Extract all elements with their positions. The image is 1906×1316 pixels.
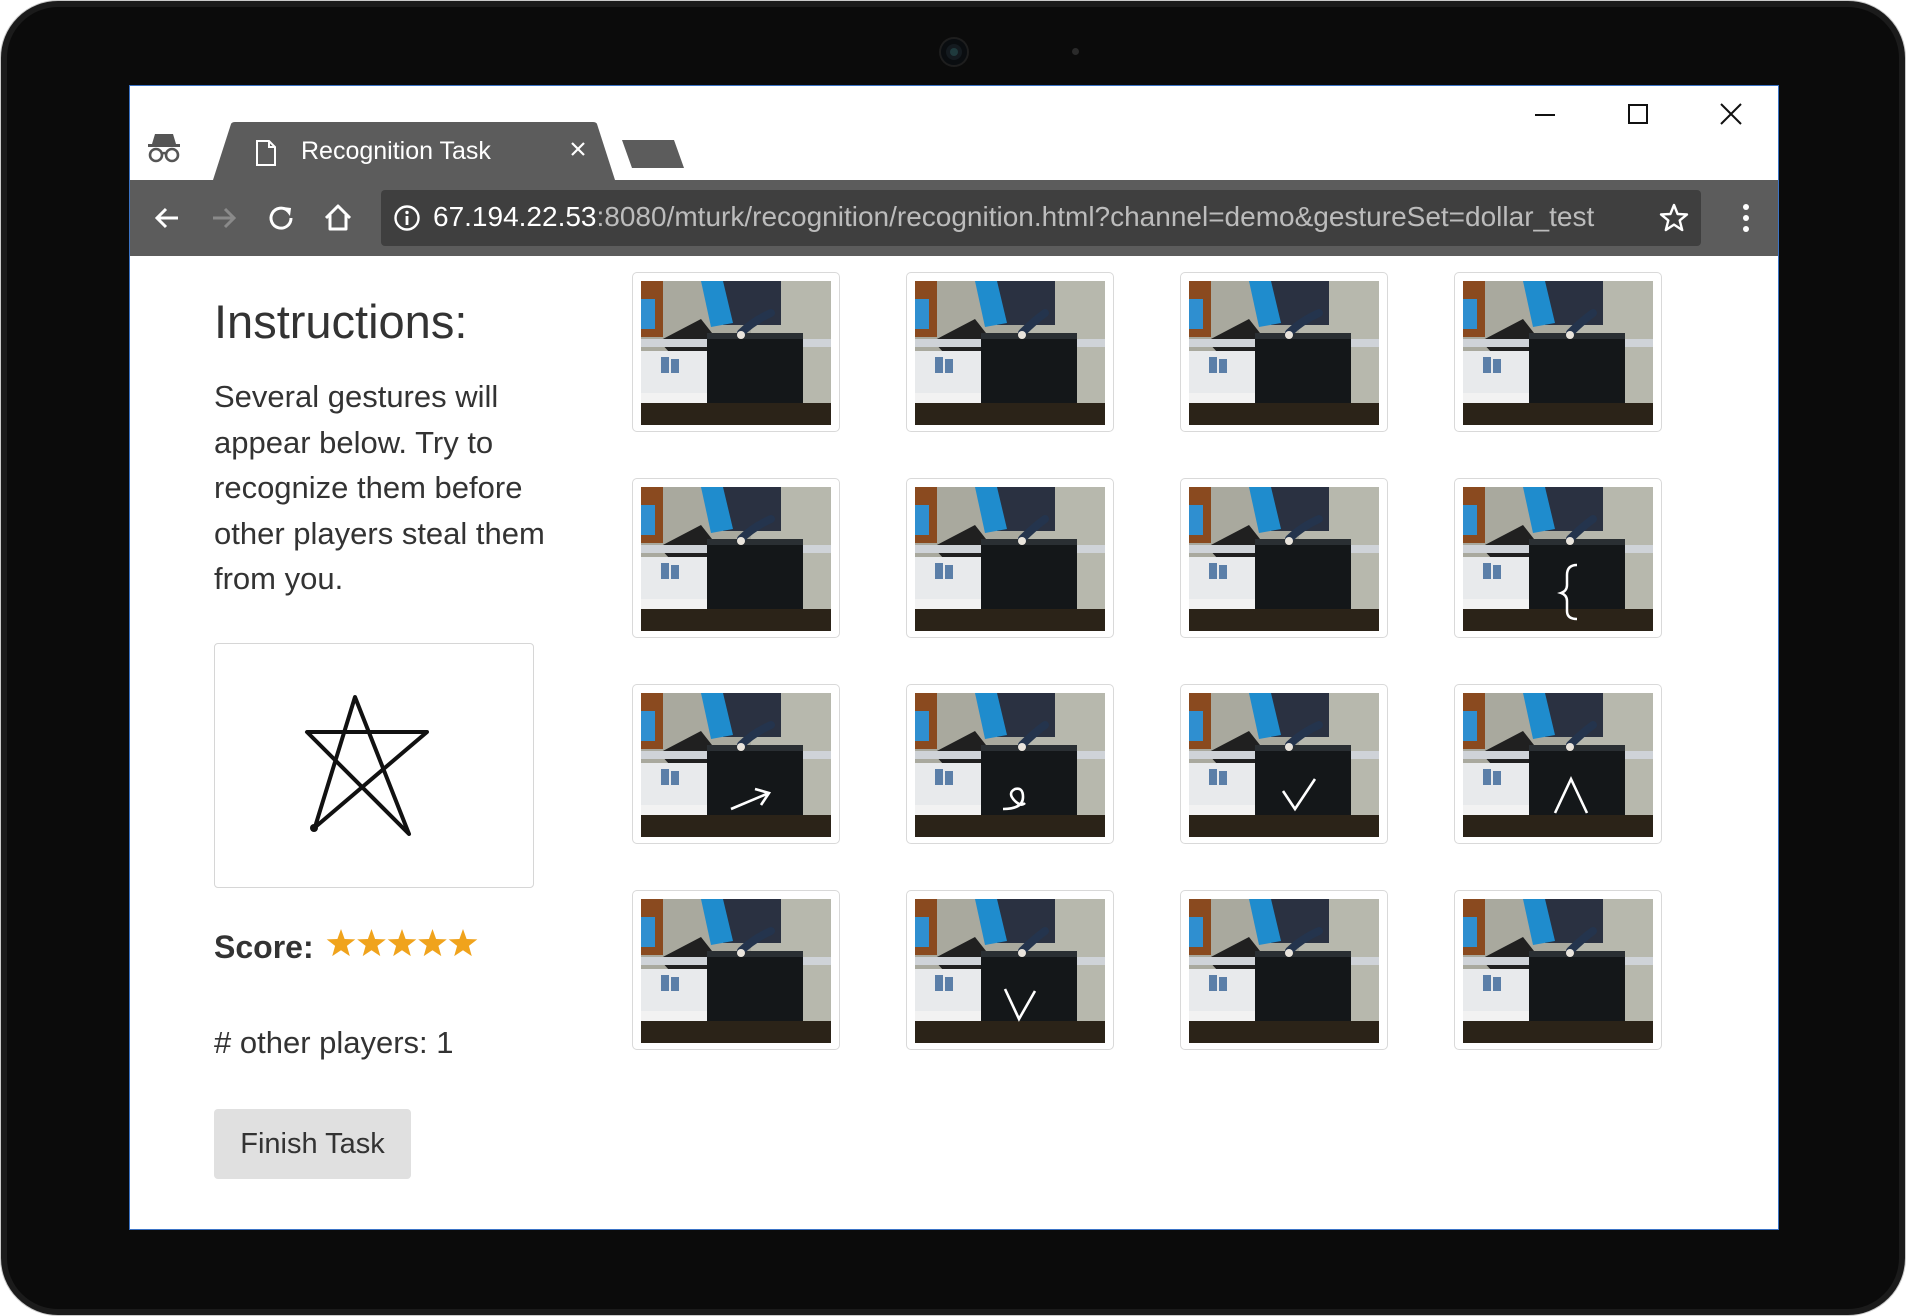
- gesture-thumbnail[interactable]: [906, 890, 1114, 1050]
- back-arrow-icon[interactable]: [148, 198, 188, 238]
- target-gesture-box: [214, 643, 534, 888]
- tab-strip: Recognition Task: [130, 86, 1778, 180]
- gesture-video-frame: [1463, 899, 1653, 1043]
- gesture-video-frame: [1189, 487, 1379, 631]
- gesture-video-frame: [641, 693, 831, 837]
- star-icon: [305, 695, 429, 836]
- url-host: 67.194.22.53: [433, 201, 597, 232]
- front-camera: [941, 39, 967, 65]
- gesture-video-frame: [1463, 487, 1653, 631]
- gesture-video-frame: [915, 487, 1105, 631]
- gesture-thumbnail[interactable]: [906, 684, 1114, 844]
- address-bar[interactable]: 67.194.22.53:8080/mturk/recognition/reco…: [381, 190, 1701, 246]
- gesture-video-frame: [641, 281, 831, 425]
- home-icon[interactable]: [318, 198, 358, 238]
- gesture-thumbnail[interactable]: [1454, 684, 1662, 844]
- tab-title: Recognition Task: [301, 137, 491, 165]
- instructions-text: Several gestures will appear below. Try …: [214, 379, 545, 596]
- reload-icon[interactable]: [261, 198, 301, 238]
- url-text: 67.194.22.53:8080/mturk/recognition/reco…: [433, 201, 1594, 233]
- tab-close-icon[interactable]: [565, 136, 591, 162]
- rating-star-icon: [357, 929, 386, 957]
- gesture-thumbnail[interactable]: [632, 272, 840, 432]
- browser-toolbar: 67.194.22.53:8080/mturk/recognition/reco…: [130, 180, 1778, 256]
- minimize-icon[interactable]: [1500, 88, 1590, 138]
- gesture-thumbnail[interactable]: [1454, 478, 1662, 638]
- rating-star-icon: [326, 929, 356, 957]
- gesture-thumbnail[interactable]: [1454, 890, 1662, 1050]
- url-path: :8080/mturk/recognition/recognition.html…: [596, 201, 1595, 232]
- gesture-video-frame: [1189, 281, 1379, 425]
- gesture-grid: [632, 272, 1672, 1072]
- light-sensor: [1072, 48, 1079, 55]
- window-close-icon[interactable]: [1686, 88, 1776, 138]
- info-icon[interactable]: [393, 204, 421, 232]
- gesture-thumbnail[interactable]: [632, 684, 840, 844]
- gesture-thumbnail[interactable]: [906, 272, 1114, 432]
- score-stars: [326, 929, 478, 957]
- gesture-thumbnail[interactable]: [1454, 272, 1662, 432]
- gesture-thumbnail[interactable]: [632, 890, 840, 1050]
- new-tab-button[interactable]: [618, 136, 688, 172]
- rating-star-icon: [418, 929, 447, 957]
- finish-task-button[interactable]: Finish Task: [214, 1109, 411, 1179]
- other-players-count: # other players: 1: [214, 1025, 454, 1060]
- gesture-thumbnail[interactable]: [1180, 684, 1388, 844]
- gesture-thumbnail[interactable]: [1180, 272, 1388, 432]
- gesture-thumbnail[interactable]: [906, 478, 1114, 638]
- menu-dots-icon[interactable]: [1731, 198, 1761, 238]
- incognito-icon: [148, 134, 180, 163]
- gesture-video-frame: [641, 899, 831, 1043]
- rating-star-icon: [387, 929, 417, 957]
- gesture-video-frame: [1189, 693, 1379, 837]
- gesture-video-frame: [915, 281, 1105, 425]
- score-label: Score:: [214, 929, 314, 965]
- tablet-device: Recognition Task 67.194.22.53:8080/mturk…: [0, 0, 1906, 1316]
- bookmark-star-icon[interactable]: [1659, 203, 1689, 233]
- page-icon: [256, 140, 276, 166]
- gesture-video-frame: [1463, 281, 1653, 425]
- gesture-thumbnail[interactable]: [632, 478, 840, 638]
- gesture-video-frame: [1463, 693, 1653, 837]
- browser-window: Recognition Task 67.194.22.53:8080/mturk…: [129, 85, 1779, 1230]
- gesture-thumbnail[interactable]: [1180, 478, 1388, 638]
- gesture-video-frame: [915, 899, 1105, 1043]
- gesture-thumbnail[interactable]: [1180, 890, 1388, 1050]
- gesture-video-frame: [915, 693, 1105, 837]
- instructions-heading: Instructions:: [214, 295, 468, 348]
- maximize-icon[interactable]: [1593, 88, 1683, 138]
- tab-recognition-task[interactable]: Recognition Task: [213, 122, 615, 180]
- page-content: Instructions: Several gestures will appe…: [130, 256, 1778, 1229]
- gesture-video-frame: [1189, 899, 1379, 1043]
- gesture-video-frame: [641, 487, 831, 631]
- rating-star-icon: [448, 929, 478, 957]
- forward-arrow-icon[interactable]: [203, 198, 243, 238]
